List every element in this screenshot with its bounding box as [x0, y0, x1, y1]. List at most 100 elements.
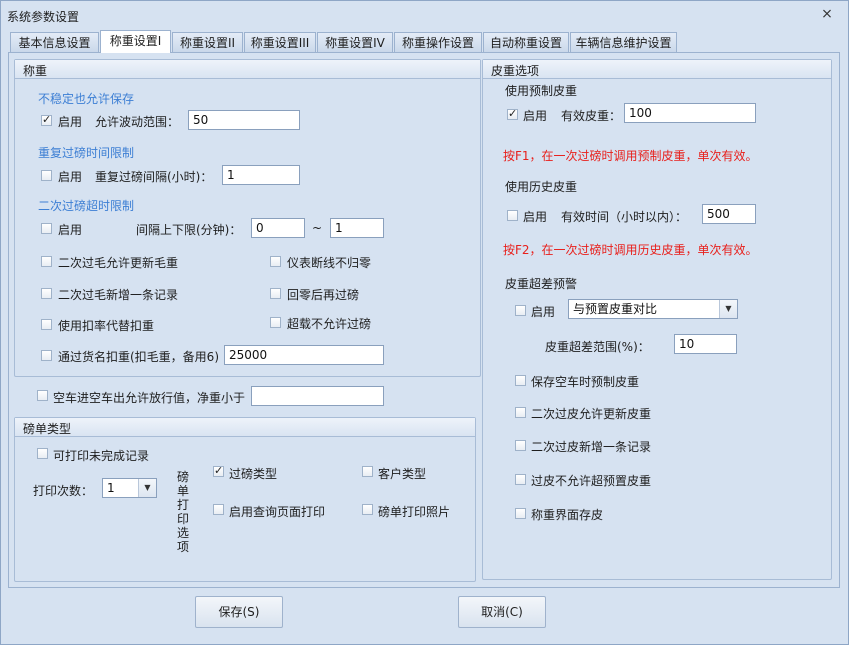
- customer-type-checkbox[interactable]: [362, 466, 373, 477]
- weigh-type-checkbox[interactable]: [213, 464, 224, 477]
- print-count-dropdown-icon[interactable]: ▼: [138, 479, 156, 497]
- close-icon[interactable]: ⨯: [818, 6, 836, 22]
- print-photo-label: 磅单打印照片: [378, 505, 451, 519]
- weighing-group-title: 称重: [23, 64, 48, 78]
- second-enable-label: 启用: [58, 223, 83, 237]
- deduct-by-goods-input[interactable]: 25000: [224, 345, 384, 365]
- print-options-vertical-label: 磅 单 打 印 选 项: [176, 470, 190, 554]
- update-gross-label: 二次过毛允许更新毛重: [58, 256, 179, 270]
- new-tare-record-label: 二次过皮新增一条记录: [531, 440, 652, 454]
- vertical-char: 磅: [176, 470, 189, 484]
- new-gross-record-label: 二次过毛新增一条记录: [58, 288, 179, 302]
- compare-select[interactable]: 与预置皮重对比 ▼: [568, 299, 738, 319]
- tare-group-title: 皮重选项: [491, 64, 540, 78]
- interval-max-input[interactable]: 1: [330, 218, 384, 238]
- repeat-enable-checkbox[interactable]: [41, 170, 52, 181]
- print-count-value: 1: [107, 481, 115, 495]
- vertical-char: 选: [176, 526, 189, 540]
- weigh-ui-save-tare-checkbox[interactable]: [515, 508, 526, 519]
- deduct-by-goods-label: 通过货名扣重(扣毛重，备用6): [58, 350, 219, 364]
- valid-time-label: 有效时间（小时以内）：: [561, 210, 688, 224]
- tare-warning-heading: 皮重超差预警: [505, 277, 578, 291]
- new-tare-record-checkbox[interactable]: [515, 440, 526, 451]
- button-bar: 保存(S) 取消(C): [8, 588, 840, 636]
- tab-weighing-4[interactable]: 称重设置IV: [317, 32, 393, 52]
- empty-vehicle-input[interactable]: [251, 386, 384, 406]
- ticket-group-title: 磅单类型: [23, 422, 72, 436]
- meter-disconnect-label: 仪表断线不归零: [287, 256, 372, 270]
- vertical-char: 单: [176, 484, 189, 498]
- cancel-button[interactable]: 取消(C): [458, 596, 546, 628]
- history-enable-label: 启用: [523, 210, 548, 224]
- empty-vehicle-label: 空车进空车出允许放行值，净重小于: [53, 391, 246, 405]
- overload-label: 超载不允许过磅: [287, 317, 372, 331]
- repeat-heading: 重复过磅时间限制: [38, 146, 135, 160]
- customer-type-label: 客户类型: [378, 467, 427, 481]
- rezero-checkbox[interactable]: [270, 288, 281, 299]
- tab-vehicle-info[interactable]: 车辆信息维护设置: [570, 32, 677, 52]
- overload-checkbox[interactable]: [270, 317, 281, 328]
- vertical-char: 印: [176, 512, 189, 526]
- print-unfinished-checkbox[interactable]: [37, 448, 48, 459]
- tab-weighing-3[interactable]: 称重设置III: [244, 32, 316, 52]
- update-tare-label: 二次过皮允许更新皮重: [531, 407, 652, 421]
- tab-weighing-operation[interactable]: 称重操作设置: [394, 32, 482, 52]
- repeat-interval-label: 重复过磅间隔(小时)：: [95, 170, 213, 184]
- no-exceed-preset-checkbox[interactable]: [515, 474, 526, 485]
- repeat-enable-label: 启用: [58, 170, 83, 184]
- deduction-rate-checkbox[interactable]: [41, 319, 52, 330]
- history-hint: 按F2，在一次过磅时调用历史皮重，单次有效。: [503, 243, 758, 257]
- update-gross-checkbox[interactable]: [41, 256, 52, 267]
- preset-enable-checkbox[interactable]: [507, 107, 518, 120]
- meter-disconnect-checkbox[interactable]: [270, 256, 281, 267]
- preset-hint: 按F1，在一次过磅时调用预制皮重，单次有效。: [503, 149, 758, 163]
- compare-select-value: 与预置皮重对比: [573, 302, 658, 316]
- unstable-enable-label: 启用: [58, 115, 83, 129]
- deduct-by-goods-checkbox[interactable]: [41, 350, 52, 361]
- valid-tare-input[interactable]: 100: [624, 103, 756, 123]
- preset-enable-label: 启用: [523, 109, 548, 123]
- update-tare-checkbox[interactable]: [515, 407, 526, 418]
- save-button[interactable]: 保存(S): [195, 596, 283, 628]
- print-photo-checkbox[interactable]: [362, 504, 373, 515]
- rezero-label: 回零后再过磅: [287, 288, 360, 302]
- history-tare-heading: 使用历史皮重: [505, 180, 578, 194]
- new-gross-record-checkbox[interactable]: [41, 288, 52, 299]
- tare-group-header: 皮重选项: [483, 60, 831, 79]
- print-count-select[interactable]: 1 ▼: [102, 478, 157, 498]
- vertical-char: 打: [176, 498, 189, 512]
- query-print-checkbox[interactable]: [213, 504, 224, 515]
- unstable-enable-checkbox[interactable]: [41, 113, 52, 126]
- second-heading: 二次过磅超时限制: [38, 199, 135, 213]
- no-exceed-preset-label: 过皮不允许超预置皮重: [531, 474, 652, 488]
- tab-weighing-2[interactable]: 称重设置II: [172, 32, 243, 52]
- window-title: 系统参数设置: [7, 10, 80, 24]
- ticket-group-header: 磅单类型: [15, 418, 475, 437]
- range-label: 允许波动范围：: [95, 115, 180, 129]
- tab-auto-weighing[interactable]: 自动称重设置: [483, 32, 569, 52]
- print-unfinished-label: 可打印未完成记录: [53, 449, 150, 463]
- tare-group: 皮重选项 使用预制皮重 启用 有效皮重： 100 按F1，在一次过磅时调用预制皮…: [482, 59, 832, 580]
- tab-basic-info[interactable]: 基本信息设置: [10, 32, 99, 52]
- save-preset-empty-label: 保存空车时预制皮重: [531, 375, 640, 389]
- tab-page: 称重 不稳定也允许保存 启用 允许波动范围： 50 重复过磅时间限制 启用 重复…: [8, 52, 840, 588]
- compare-dropdown-icon[interactable]: ▼: [719, 300, 737, 318]
- interval-min-input[interactable]: 0: [251, 218, 305, 238]
- warning-enable-label: 启用: [531, 305, 556, 319]
- valid-time-input[interactable]: 500: [702, 204, 756, 224]
- tare-range-input[interactable]: 10: [674, 334, 737, 354]
- second-enable-checkbox[interactable]: [41, 223, 52, 234]
- vertical-char: 项: [176, 540, 189, 554]
- range-input[interactable]: 50: [188, 110, 300, 130]
- warning-enable-checkbox[interactable]: [515, 305, 526, 316]
- history-enable-checkbox[interactable]: [507, 210, 518, 221]
- repeat-interval-input[interactable]: 1: [222, 165, 300, 185]
- save-preset-empty-checkbox[interactable]: [515, 375, 526, 386]
- ticket-group: 磅单类型 可打印未完成记录 打印次数： 1 ▼ 磅 单 打 印 选 项 过磅类型…: [14, 417, 476, 582]
- empty-vehicle-checkbox[interactable]: [37, 390, 48, 401]
- tilde-separator: ~: [312, 221, 323, 235]
- print-count-label: 打印次数：: [33, 484, 94, 498]
- tab-weighing-1[interactable]: 称重设置I: [100, 30, 171, 53]
- weighing-group-header: 称重: [15, 60, 480, 79]
- weighing-group: 称重 不稳定也允许保存 启用 允许波动范围： 50 重复过磅时间限制 启用 重复…: [14, 59, 481, 377]
